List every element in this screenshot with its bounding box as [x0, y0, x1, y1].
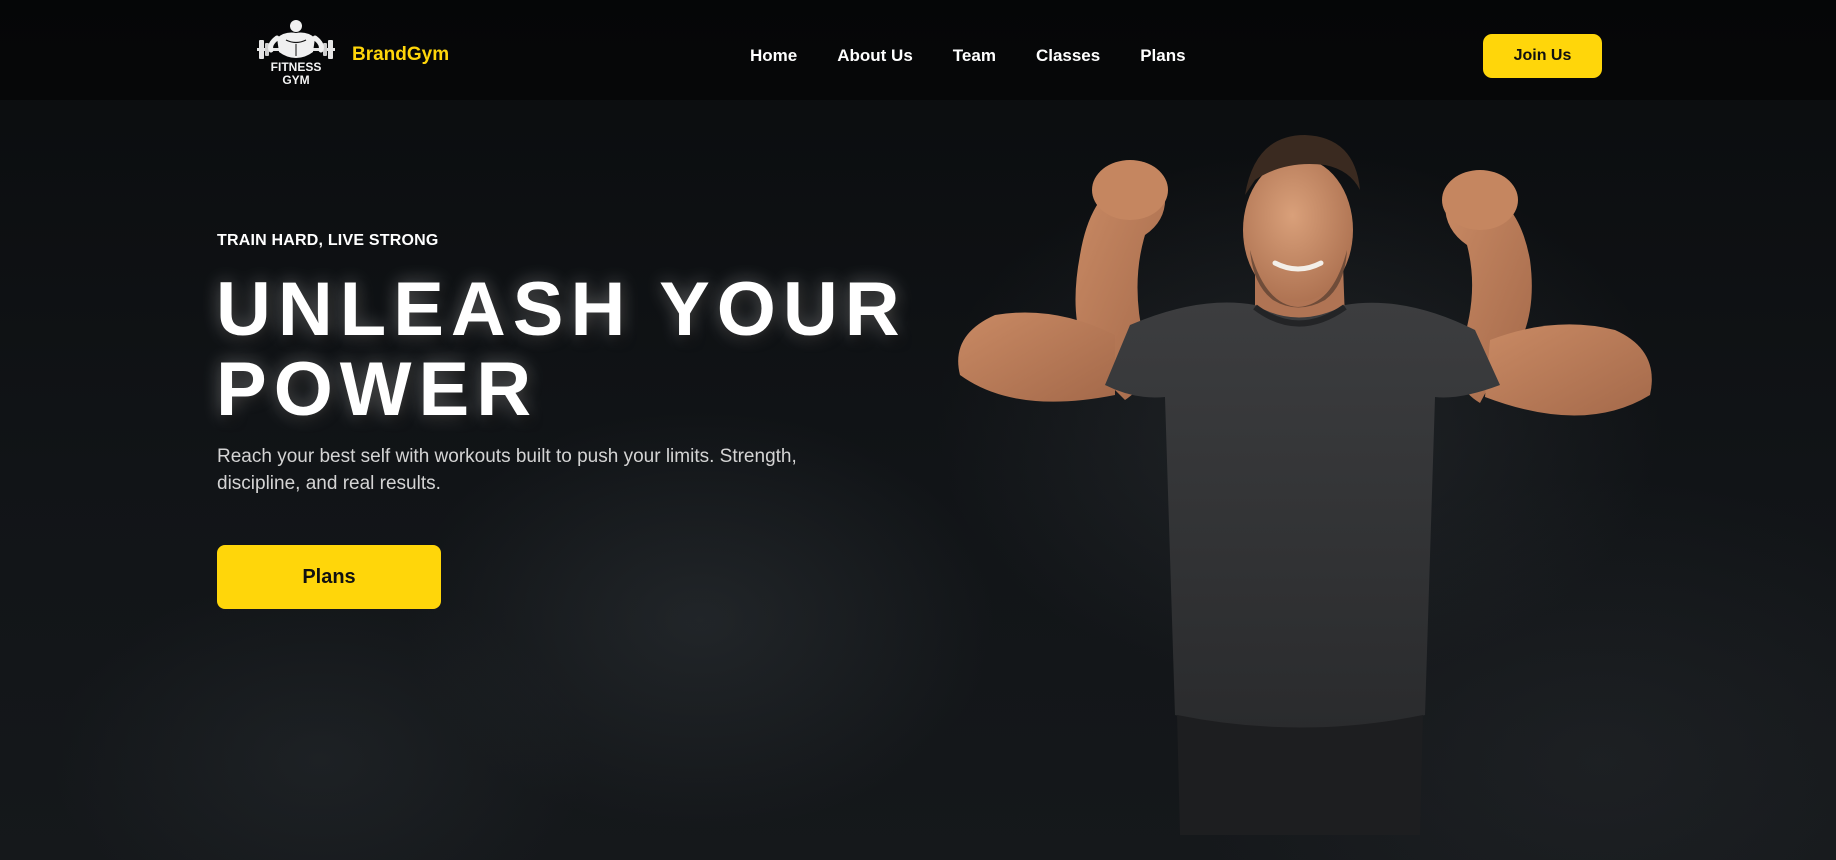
main-nav: Home About Us Team Classes Plans	[750, 46, 1186, 66]
join-us-button[interactable]: Join Us	[1483, 34, 1602, 78]
hero-headline-line1: UNLEASH YOUR	[216, 267, 907, 352]
hero-eyebrow: TRAIN HARD, LIVE STRONG	[217, 232, 439, 249]
nav-team[interactable]: Team	[953, 46, 996, 66]
nav-about-us[interactable]: About Us	[837, 46, 913, 66]
brand-name[interactable]: BrandGym	[352, 44, 449, 66]
site-header: FITNESS GYM BrandGym Home About Us Team …	[0, 0, 1836, 100]
hero-subtext: Reach your best self with workouts built…	[217, 446, 797, 494]
nav-home[interactable]: Home	[750, 46, 797, 66]
logo-text-line1: FITNESS	[271, 60, 322, 74]
plans-cta-button[interactable]: Plans	[217, 545, 441, 609]
hero-headline-line2: POWER	[216, 347, 539, 432]
hero-figure-illustration	[958, 135, 1652, 835]
nav-plans[interactable]: Plans	[1140, 46, 1185, 66]
hero-headline: UNLEASH YOUR POWER	[216, 270, 976, 430]
nav-classes[interactable]: Classes	[1036, 46, 1100, 66]
logo-text-line2: GYM	[282, 73, 309, 87]
muscular-man-flexing-photo	[955, 135, 1655, 835]
bodybuilder-barbell-logo-icon[interactable]: FITNESS GYM	[255, 18, 337, 94]
logo-graphic: FITNESS GYM	[257, 20, 335, 87]
landing-page: FITNESS GYM BrandGym Home About Us Team …	[0, 0, 1836, 860]
